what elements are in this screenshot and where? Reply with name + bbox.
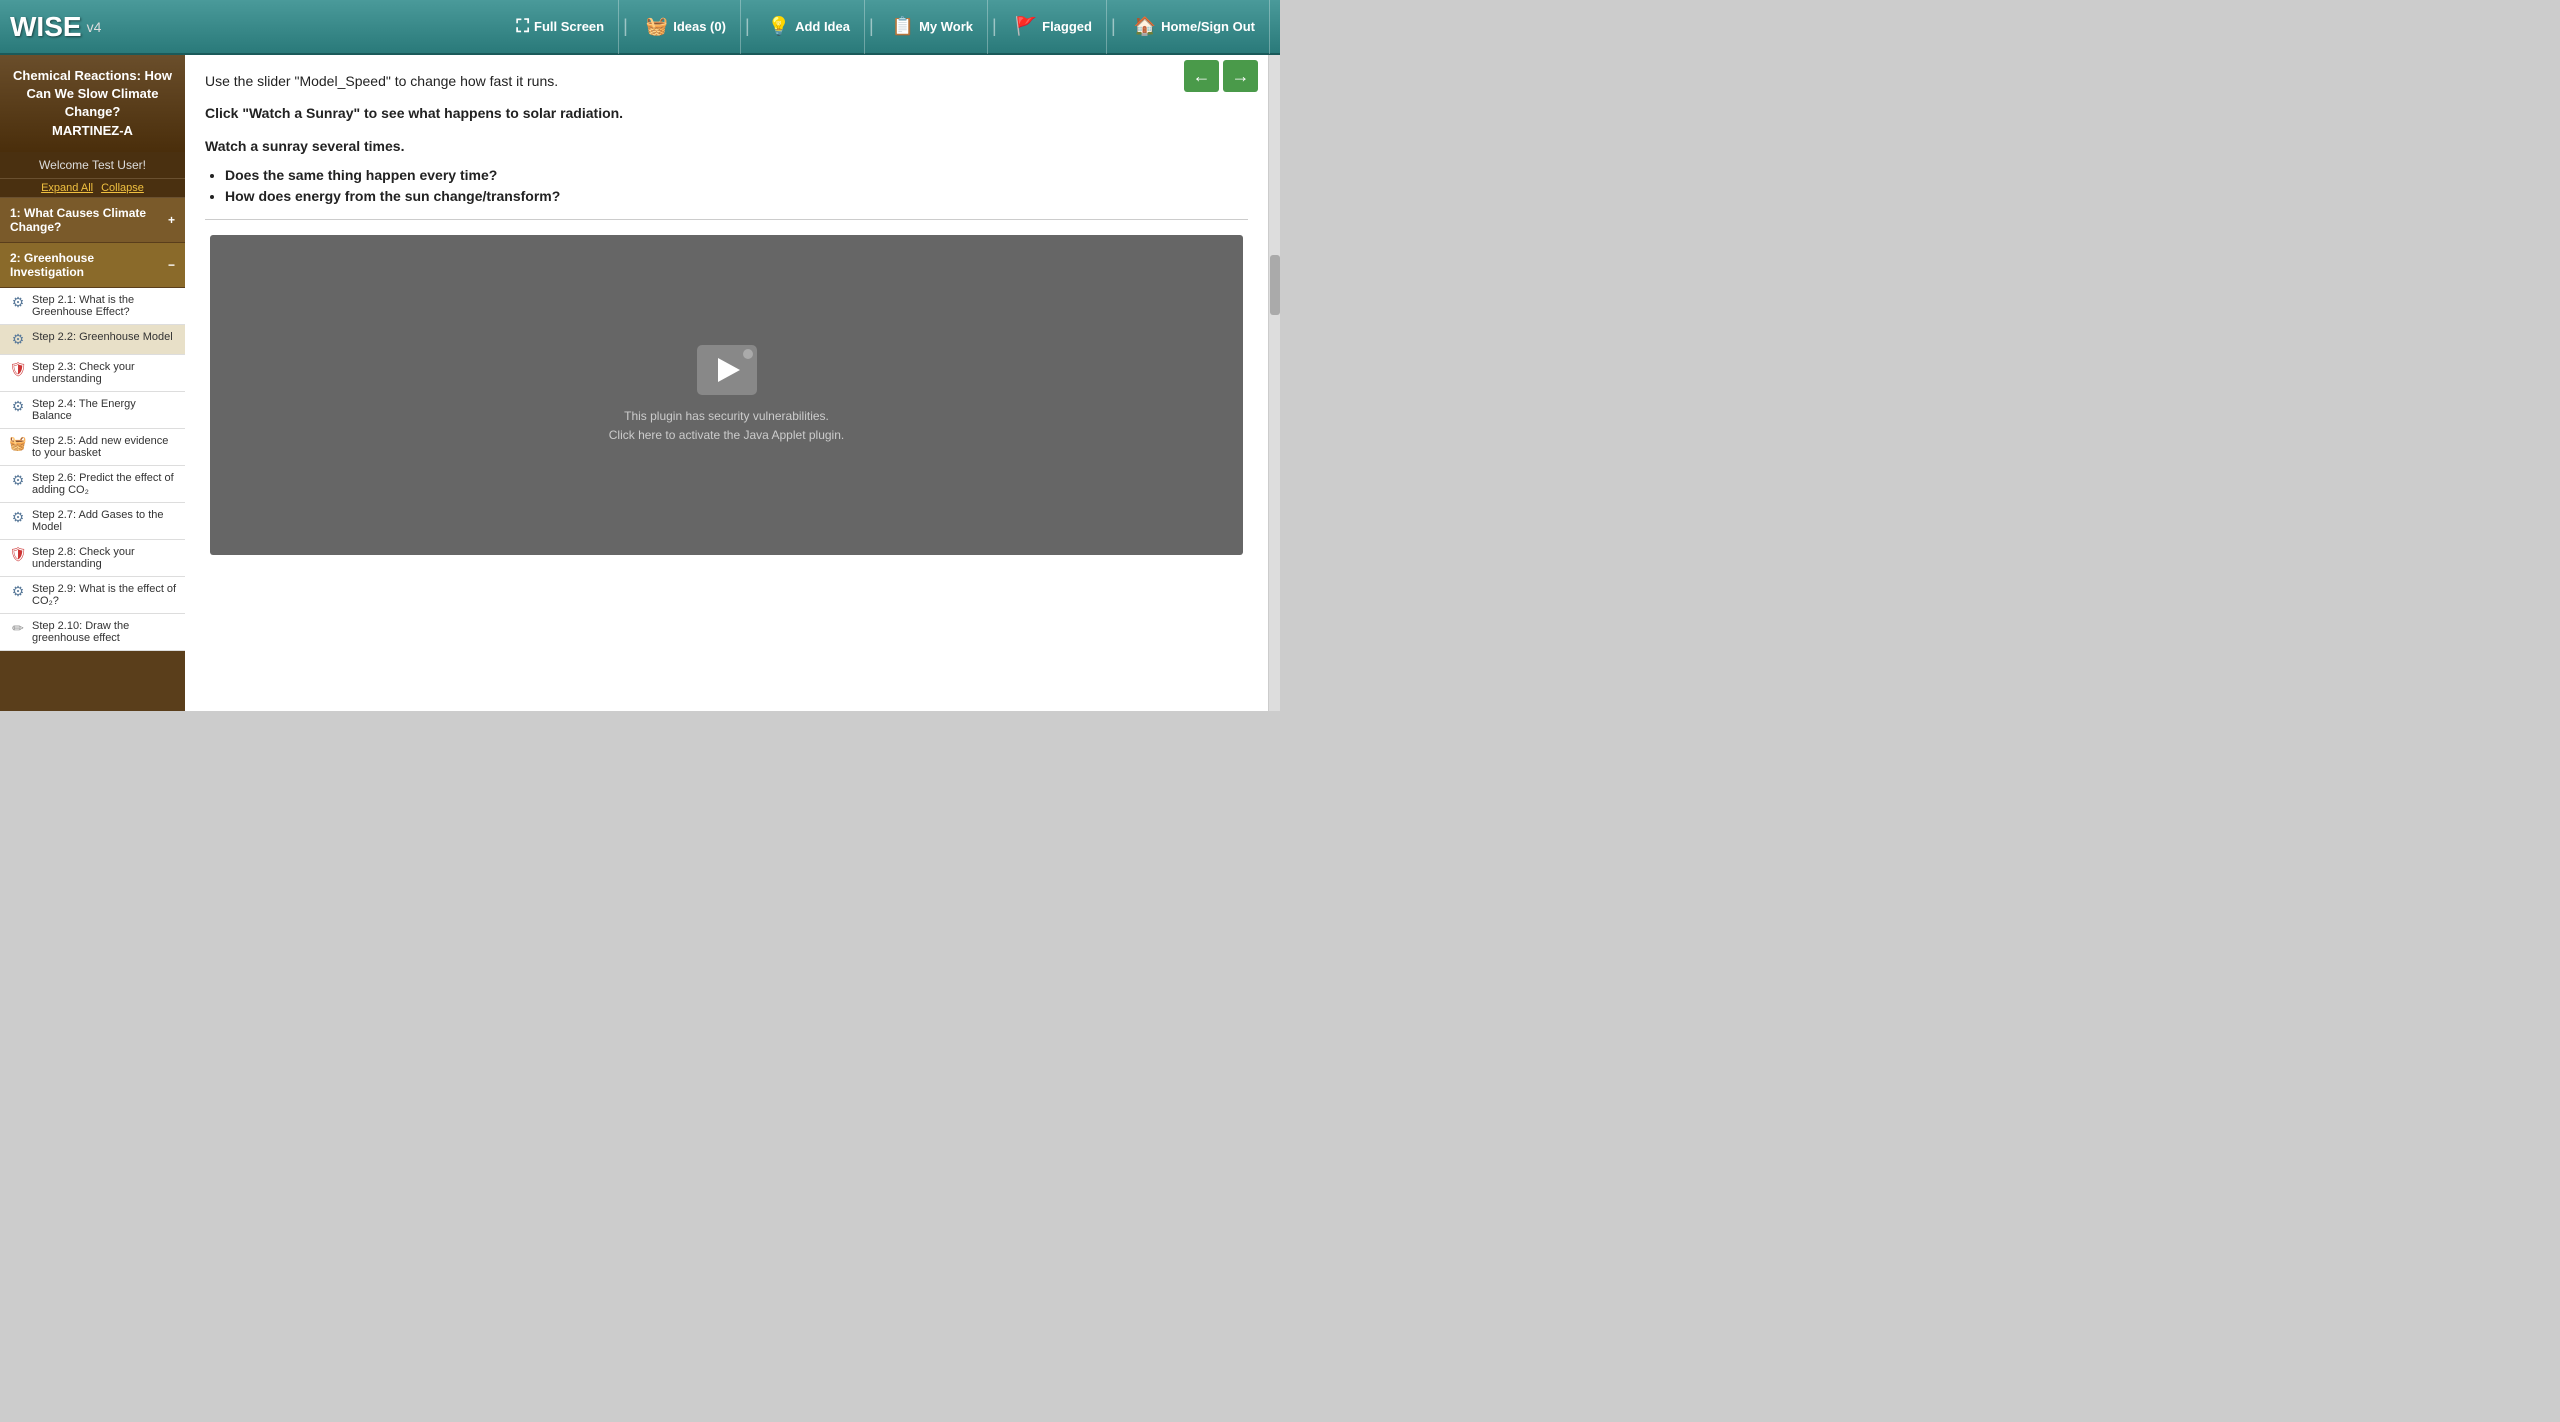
gear-icon: ⚙: [10, 584, 26, 600]
gear-icon: ⚙: [10, 473, 26, 489]
ideas-icon: 🧺: [646, 16, 668, 37]
sidebar-item-step2_1[interactable]: ⚙ Step 2.1: What is the Greenhouse Effec…: [0, 288, 185, 325]
gear-icon: ⚙: [10, 510, 26, 526]
nav-items: ⛶ Full Screen | 🧺 Ideas (0) | 💡 Add Idea…: [502, 0, 1270, 54]
shield-icon: 🛡: [10, 547, 26, 563]
main-layout: Chemical Reactions: How Can We Slow Clim…: [0, 55, 1280, 711]
sidebar-item-step2_6[interactable]: ⚙ Step 2.6: Predict the effect of adding…: [0, 466, 185, 503]
gear-icon: ⚙: [10, 399, 26, 415]
next-arrow[interactable]: →: [1223, 60, 1258, 92]
sidebar-item-section1[interactable]: 1: What Causes Climate Change? +: [0, 198, 185, 243]
app-logo: WISE: [10, 11, 82, 43]
minus-icon: −: [168, 258, 175, 272]
bullet-item-1: Does the same thing happen every time?: [225, 167, 1248, 183]
bullet-item-2: How does energy from the sun change/tran…: [225, 188, 1248, 204]
header: WISE v4 ⛶ Full Screen | 🧺 Ideas (0) | 💡 …: [0, 0, 1280, 55]
sidebar-item-step2_7[interactable]: ⚙ Step 2.7: Add Gases to the Model: [0, 503, 185, 540]
home-button[interactable]: 🏠 Home / Sign Out: [1120, 0, 1270, 54]
pencil-icon: ✏: [10, 621, 26, 637]
content-divider: [205, 219, 1248, 220]
add-idea-button[interactable]: 💡 Add Idea: [754, 0, 865, 54]
plugin-message: This plugin has security vulnerabilities…: [609, 407, 844, 445]
my-work-icon: 📋: [892, 16, 914, 37]
sidebar-item-step2_9[interactable]: ⚙ Step 2.9: What is the effect of CO₂?: [0, 577, 185, 614]
nav-divider-5: |: [1107, 16, 1120, 37]
basket-icon: 🧺: [10, 436, 26, 452]
my-work-button[interactable]: 📋 My Work: [878, 0, 988, 54]
nav-divider-3: |: [865, 16, 878, 37]
content-text-3: Watch a sunray several times.: [205, 135, 1248, 157]
flagged-icon: 🚩: [1015, 16, 1037, 37]
flagged-button[interactable]: 🚩 Flagged: [1001, 0, 1107, 54]
sidebar-item-step2_4[interactable]: ⚙ Step 2.4: The Energy Balance: [0, 392, 185, 429]
sidebar: Chemical Reactions: How Can We Slow Clim…: [0, 55, 185, 711]
shield-icon: 🛡: [10, 362, 26, 378]
scroll-thumb: [1270, 255, 1280, 315]
nav-divider-2: |: [741, 16, 754, 37]
plugin-area[interactable]: This plugin has security vulnerabilities…: [210, 235, 1243, 555]
sidebar-item-step2_3[interactable]: 🛡 Step 2.3: Check your understanding: [0, 355, 185, 392]
prev-arrow[interactable]: ←: [1184, 60, 1219, 92]
ideas-button[interactable]: 🧺 Ideas (0): [632, 0, 741, 54]
content-scroll[interactable]: Use the slider "Model_Speed" to change h…: [185, 55, 1268, 711]
nav-divider-4: |: [988, 16, 1001, 37]
scrollbar[interactable]: [1268, 55, 1280, 711]
fullscreen-icon: ⛶: [516, 16, 529, 37]
sidebar-user: Welcome Test User!: [0, 152, 185, 179]
home-icon: 🏠: [1134, 16, 1156, 37]
sidebar-item-step2_10[interactable]: ✏ Step 2.10: Draw the greenhouse effect: [0, 614, 185, 651]
nav-arrows: ← →: [1184, 60, 1258, 92]
expand-collapse-bar: Expand All Collapse: [0, 179, 185, 198]
content-text-1: Use the slider "Model_Speed" to change h…: [205, 70, 1248, 92]
sidebar-item-step2_2[interactable]: ⚙ Step 2.2: Greenhouse Model: [0, 325, 185, 355]
nav-divider-1: |: [619, 16, 632, 37]
plus-icon: +: [168, 213, 175, 227]
sidebar-item-step2_8[interactable]: 🛡 Step 2.8: Check your understanding: [0, 540, 185, 577]
gear-icon: ⚙: [10, 332, 26, 348]
expand-all-link[interactable]: Expand All: [41, 182, 93, 194]
add-idea-icon: 💡: [768, 16, 790, 37]
bullet-list: Does the same thing happen every time? H…: [225, 167, 1248, 204]
sidebar-item-section2[interactable]: 2: Greenhouse Investigation −: [0, 243, 185, 288]
sidebar-item-step2_5[interactable]: 🧺 Step 2.5: Add new evidence to your bas…: [0, 429, 185, 466]
gear-icon: ⚙: [10, 295, 26, 311]
fullscreen-button[interactable]: ⛶ Full Screen: [502, 0, 619, 54]
project-title: Chemical Reactions: How Can We Slow Clim…: [0, 55, 185, 152]
content-area: ← → Use the slider "Model_Speed" to chan…: [185, 55, 1268, 711]
plugin-play-icon: [697, 345, 757, 395]
collapse-link[interactable]: Collapse: [101, 182, 144, 194]
content-text-2: Click "Watch a Sunray" to see what happe…: [205, 102, 1248, 124]
app-version: v4: [87, 19, 102, 35]
